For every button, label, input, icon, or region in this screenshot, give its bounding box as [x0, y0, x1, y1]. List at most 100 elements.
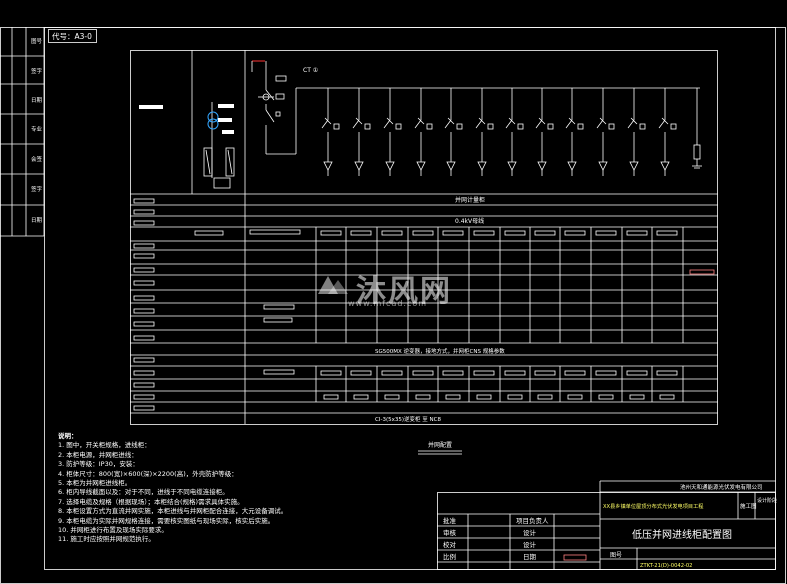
table-row-label: [133, 382, 155, 388]
feeder-branch: [505, 88, 524, 176]
feeder-branch: [321, 88, 340, 176]
table-cell-mark: [598, 394, 614, 400]
title-block: 池州天和通能源光伏发电有限公司 XX县乡镇单位屋顶分布式光伏发电项目工程 施工图…: [437, 480, 777, 570]
table-cell-mark: [381, 230, 403, 236]
left-strip-label-2: 日期: [31, 97, 43, 104]
table-cell-mark: [595, 370, 617, 376]
table-cell-mark: [415, 394, 431, 400]
table-cell-mark: [263, 369, 295, 375]
tb-key2-row-2: 设计: [523, 540, 537, 549]
table-row-label: [133, 243, 155, 249]
left-strip: 图号 签字 日期 专业 会签 签字 日期: [0, 27, 45, 237]
table-row-label: [133, 394, 155, 400]
note-item: 6. 柜内导线截面以及：对于不同，进线于不同电缆连接柜。: [58, 488, 229, 497]
table-cell-mark: [353, 394, 369, 400]
table-row-label: [133, 220, 155, 226]
note-item: 7. 选择电缆及规格（根据现场）；本柜结合(规格)需求具体实施。: [58, 497, 244, 506]
feeder-branch: [383, 88, 402, 176]
table-cell-mark: [564, 230, 586, 236]
table-row-label: [133, 253, 155, 259]
watermark-logo-icon: [318, 276, 348, 294]
watermark-url: www.mfcad.com: [348, 299, 428, 308]
table-cell-mark: [564, 370, 586, 376]
table-cell-mark: [659, 394, 675, 400]
left-strip-label-4: 会签: [31, 155, 43, 163]
table-cell-mark: [629, 394, 645, 400]
feeder-branch: [352, 88, 371, 176]
feeder-branch: [475, 88, 494, 176]
table-cell-mark: [507, 394, 523, 400]
table-cell-mark: [534, 370, 556, 376]
table-cell-mark: [473, 370, 495, 376]
left-strip-label-3: 专业: [31, 125, 43, 133]
table-cell-mark: [350, 230, 372, 236]
feeder-branch: [627, 88, 646, 176]
busbar-spec: 0.4kV母线: [455, 217, 484, 225]
drawing-no-label: 图号: [610, 552, 622, 559]
main-breaker: CT ①: [251, 60, 318, 155]
table-cell-mark: [567, 394, 583, 400]
table-row-label: [133, 209, 155, 215]
inverter-note: SG500MX 逆变器，接地方式，并网柜CNS 规格参数: [375, 347, 505, 355]
table-row-label: [133, 267, 155, 273]
feeder-branch: [596, 88, 615, 176]
table-row-label: [133, 280, 155, 286]
table-cell-mark: [626, 370, 648, 376]
feeder-branch: [658, 88, 677, 176]
ground-fuse: [692, 88, 702, 169]
ct-label: CT ①: [303, 67, 318, 74]
table-cell-mark: [249, 229, 301, 235]
owner-name: 池州天和通能源光伏发电有限公司: [680, 483, 763, 491]
table-cell-mark: [320, 370, 342, 376]
tb-key2-row-1: 设计: [523, 528, 537, 537]
note-item: 9. 本柜电缆为实际并网规格连接，需要核实图纸与现场实际，核实后实施。: [58, 516, 275, 525]
tb-key-row-1: 审核: [443, 528, 457, 537]
tb-key-row-0: 批准: [443, 516, 457, 525]
table-cell-mark: [412, 230, 434, 236]
left-strip-label-5: 签字: [31, 185, 43, 193]
table-cell-mark: [595, 230, 617, 236]
table-row-label: [133, 321, 155, 327]
drawing-code: 代号：A3-0: [52, 31, 92, 41]
tb-key2-row-3: 日期: [523, 553, 537, 561]
table-cell-mark: [656, 230, 678, 236]
tb-key2-row-0: 项目负责人: [516, 516, 549, 525]
tb-key-row-2: 校对: [443, 540, 457, 549]
table-row-label: [133, 295, 155, 301]
note-item: 8. 本柜设置方式为直流并网实施，本柜进线与并网柜配合连接，大元设备调试。: [58, 507, 288, 516]
table-cell-mark: [442, 370, 464, 376]
table-cell-mark: [320, 230, 342, 236]
feeder-branch: [565, 88, 584, 176]
left-strip-label-1: 签字: [31, 67, 43, 75]
table-plan-label: 并网计量柜: [455, 196, 485, 204]
notes-title: 说明：: [58, 432, 78, 440]
table-cell-mark: [350, 370, 372, 376]
table-row-label: [133, 405, 155, 411]
table-cell-mark: [412, 370, 434, 376]
table-cell-mark: [504, 230, 526, 236]
tb-key-row-3: 比例: [443, 552, 456, 561]
drawing-no: ZTKT-21(D)-0042-02: [640, 563, 692, 569]
table-cell-mark: [473, 230, 495, 236]
left-strip-label-6: 日期: [31, 217, 43, 224]
table-cell-mark: [381, 370, 403, 376]
cable-note: CI-3(5x35)逆变柜 至 NC8: [375, 415, 441, 423]
table-cell-mark: [476, 394, 492, 400]
table-row-label: [133, 335, 155, 341]
table-cell-mark: [626, 230, 648, 236]
feeder-branch: [414, 88, 433, 176]
table-cell-mark: [263, 317, 293, 323]
note-item: 4. 柜体尺寸：800(宽)×600(深)×2200(高)，外壳防护等级：: [58, 469, 238, 478]
table-cell-mark: [656, 370, 678, 376]
feeder-branch: [444, 88, 463, 176]
stage-1: 施工图: [740, 502, 757, 510]
table-cell-mark: [537, 394, 553, 400]
table-row-label: [133, 308, 155, 314]
table-row-label: [133, 198, 155, 204]
notes-block: 说明： 1. 图中，开关柜规格，进线柜： 2. 本柜电源，并网柜进线： 3. 防…: [58, 432, 438, 545]
table-cell-mark: [194, 230, 224, 236]
note-item: 2. 本柜电源，并网柜进线：: [58, 450, 138, 459]
stage-2: 设计阶段: [757, 497, 777, 504]
table-cell-mark: [384, 394, 400, 400]
transformer-symbol: [139, 102, 235, 189]
